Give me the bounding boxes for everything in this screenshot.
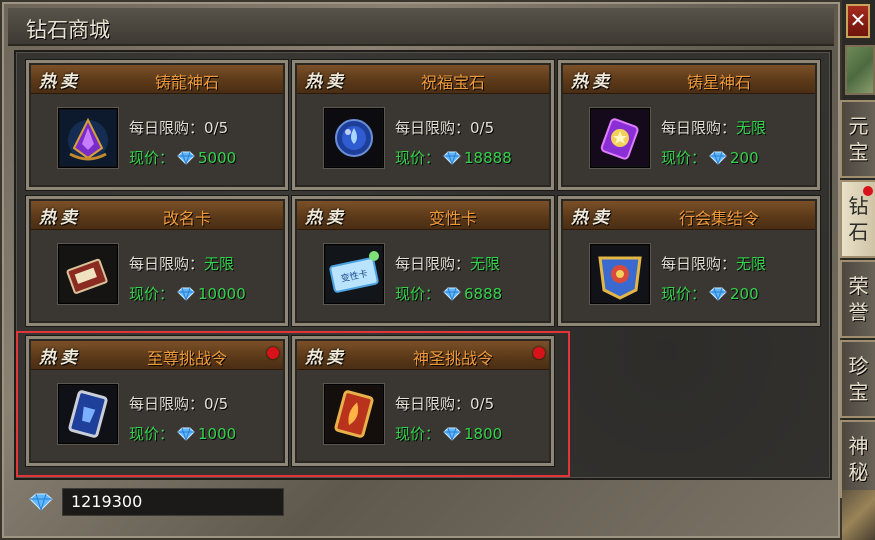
- price-value: 5000: [198, 149, 237, 167]
- tab-yuanbao[interactable]: 元宝: [840, 100, 875, 178]
- current-price: 现价： 10000: [129, 285, 246, 303]
- diamond-icon: [177, 151, 195, 165]
- titlebar: 钻石商城: [8, 8, 834, 46]
- card-header: 热卖 变性卡: [297, 201, 549, 230]
- hot-sale-label: 热卖: [571, 208, 613, 228]
- hot-sale-label: 热卖: [39, 72, 81, 92]
- item-name: 铸星神石: [686, 73, 751, 92]
- tab-label: 元宝: [848, 114, 869, 164]
- price-value: 18888: [464, 149, 512, 167]
- card-header: 热卖 铸龍神石: [31, 65, 283, 94]
- daily-limit: 每日限购：无限: [129, 255, 235, 273]
- item-name: 行会集结令: [678, 209, 759, 228]
- tab-honor[interactable]: 荣誉: [840, 260, 875, 338]
- current-price: 现价： 200: [661, 285, 759, 303]
- notification-dot: [863, 186, 873, 196]
- hot-sale-label: 热卖: [571, 72, 613, 92]
- daily-limit: 每日限购：无限: [661, 119, 767, 137]
- tab-label: 珍宝: [848, 354, 869, 404]
- diamond-icon: [177, 287, 195, 301]
- tab-treasure[interactable]: 珍宝: [840, 340, 875, 418]
- daily-limit-value: 无限: [204, 255, 235, 273]
- tab-mystery[interactable]: 神秘: [840, 420, 875, 498]
- price-value: 200: [730, 149, 759, 167]
- hot-sale-label: 热卖: [39, 208, 81, 228]
- diamond-icon: [709, 151, 727, 165]
- card-header: 热卖 铸星神石: [563, 65, 815, 94]
- shop-item-card[interactable]: 热卖 改名卡 每日限购：无限 现价： 10000: [26, 196, 288, 326]
- blue-orb-gem-icon[interactable]: [323, 107, 385, 169]
- gender-change-card-icon[interactable]: 变性卡: [323, 243, 385, 305]
- minimap[interactable]: [845, 45, 875, 95]
- current-price: 现价： 18888: [395, 149, 512, 167]
- daily-limit: 每日限购：0/5: [395, 119, 495, 137]
- price-value: 6888: [464, 285, 503, 303]
- window-title: 钻石商城: [26, 18, 110, 42]
- current-price: 现价： 6888: [395, 285, 503, 303]
- tab-label: 荣誉: [848, 274, 869, 324]
- rename-card-icon[interactable]: [57, 243, 119, 305]
- card-header: 热卖 改名卡: [31, 201, 283, 230]
- price-value: 10000: [198, 285, 246, 303]
- card-header: 热卖 行会集结令: [563, 201, 815, 230]
- diamond-icon: [29, 493, 53, 511]
- item-name: 祝福宝石: [420, 73, 485, 92]
- daily-limit-value: 0/5: [204, 119, 229, 137]
- shop-item-card[interactable]: 热卖 祝福宝石 每日限购：0/5 现价： 18888: [292, 60, 554, 190]
- daily-limit-value: 无限: [470, 255, 501, 273]
- daily-limit-value: 0/5: [470, 119, 495, 137]
- item-name: 变性卡: [428, 209, 477, 228]
- close-button[interactable]: ✕: [846, 4, 870, 38]
- shop-item-card[interactable]: 热卖 行会集结令 每日限购：无限 现价： 200: [558, 196, 820, 326]
- daily-limit-value: 无限: [736, 119, 767, 137]
- item-name: 改名卡: [162, 209, 211, 228]
- tab-label: 神秘: [848, 434, 869, 484]
- diamond-shop-window: 钻石商城 热卖 铸龍神石 每日限购：0/5 现价： 5000 热卖 祝福宝石 每…: [0, 0, 842, 540]
- daily-limit: 每日限购：无限: [661, 255, 767, 273]
- tab-diamond[interactable]: 钻石: [840, 180, 875, 258]
- tab-label: 钻石: [848, 194, 869, 244]
- diamond-icon: [443, 151, 461, 165]
- current-price: 现价： 200: [661, 149, 759, 167]
- diamond-icon: [709, 287, 727, 301]
- item-name: 铸龍神石: [154, 73, 219, 92]
- diamond-icon: [443, 287, 461, 301]
- hot-sale-label: 热卖: [305, 208, 347, 228]
- shop-item-card[interactable]: 热卖 铸龍神石 每日限购：0/5 现价： 5000: [26, 60, 288, 190]
- daily-limit: 每日限购：0/5: [129, 119, 229, 137]
- diamond-balance: 1219300: [62, 488, 284, 516]
- daily-limit: 每日限购：无限: [395, 255, 501, 273]
- guild-rally-token-icon[interactable]: [589, 243, 651, 305]
- purple-star-stone-icon[interactable]: [589, 107, 651, 169]
- daily-limit-value: 无限: [736, 255, 767, 273]
- price-value: 200: [730, 285, 759, 303]
- shop-item-card[interactable]: 热卖 铸星神石 每日限购：无限 现价： 200: [558, 60, 820, 190]
- shop-item-card[interactable]: 热卖 变性卡 变性卡 每日限购：无限 现价： 6888: [292, 196, 554, 326]
- highlight-box: [16, 331, 570, 477]
- hot-sale-label: 热卖: [305, 72, 347, 92]
- corner-ornament: [842, 490, 875, 540]
- card-header: 热卖 祝福宝石: [297, 65, 549, 94]
- purple-dragon-stone-icon[interactable]: [57, 107, 119, 169]
- current-price: 现价： 5000: [129, 149, 237, 167]
